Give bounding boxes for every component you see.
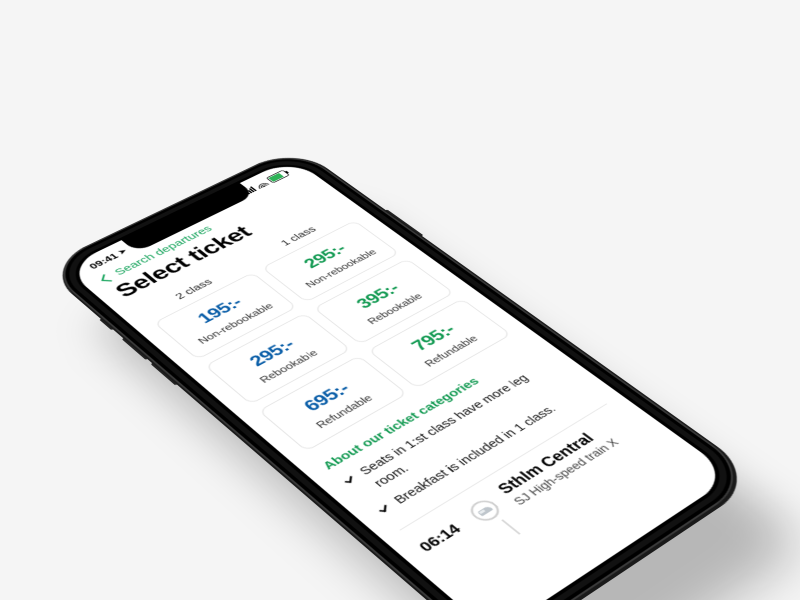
chevron-left-icon [101,274,113,281]
ticket-2class-refundable[interactable]: 695:- Refundable [258,355,407,451]
journey-time: 06:14 [415,515,475,555]
about-item: Breakfast is included in 1 class. [372,383,593,519]
journey-row[interactable]: 06:14 Sthlm Central SJ High-speed train … [400,404,663,577]
about-list: Seats in 1:st class have more leg room. … [338,358,594,520]
journey-station: Sthlm Central [494,410,631,497]
journey-line [501,519,520,534]
about-item: Seats in 1:st class have more leg room. [338,358,573,502]
journey-service: SJ High-speed train X [511,423,644,508]
train-icon [465,497,505,525]
ticket-price: 695:- [275,367,378,429]
location-icon: ➤ [117,248,129,256]
ticket-label: Refundable [296,383,393,440]
phone-frame: 09:41 ➤ Search departures Select ticke [43,146,758,600]
